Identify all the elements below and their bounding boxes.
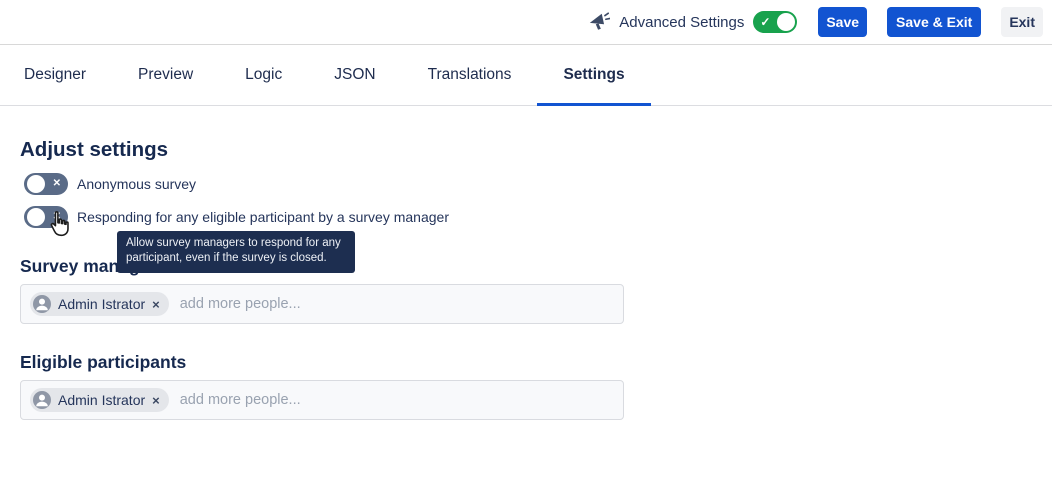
tab-preview[interactable]: Preview [112,45,219,105]
manager-responding-toggle[interactable]: ✕ [24,206,68,228]
toggle-knob [27,175,45,193]
chip-label: Admin Istrator [58,296,145,312]
exit-button[interactable]: Exit [1001,7,1043,37]
add-people-input[interactable] [178,391,614,409]
advanced-settings-toggle[interactable]: ✓ [753,11,797,33]
chip-label: Admin Istrator [58,392,145,408]
tab-translations[interactable]: Translations [402,45,538,105]
tab-strip: Designer Preview Logic JSON Translations… [0,45,1052,106]
tab-json[interactable]: JSON [308,45,401,105]
chip-remove-icon[interactable]: × [152,394,160,407]
eligible-participants-input[interactable]: Admin Istrator × [20,380,624,420]
avatar-icon [33,391,51,409]
person-chip[interactable]: Admin Istrator × [30,292,169,316]
tab-designer[interactable]: Designer [0,45,112,105]
anonymous-survey-toggle[interactable]: ✕ [24,173,68,195]
tab-logic[interactable]: Logic [219,45,308,105]
tab-settings[interactable]: Settings [537,45,650,105]
advanced-settings-label: Advanced Settings [619,14,744,31]
save-and-exit-button[interactable]: Save & Exit [887,7,981,37]
avatar-icon [33,295,51,313]
eligible-participants-heading: Eligible participants [20,352,1032,373]
x-icon: ✕ [53,206,61,228]
person-chip[interactable]: Admin Istrator × [30,388,169,412]
x-icon: ✕ [53,173,61,195]
toggle-knob [777,13,795,31]
add-people-input[interactable] [178,295,614,313]
settings-panel: Adjust settings ✕ Anonymous survey ✕ Res… [0,138,1052,420]
top-toolbar: Advanced Settings ✓ Save Save & Exit Exi… [0,0,1052,45]
manager-responding-row: ✕ Responding for any eligible participan… [24,206,1032,228]
check-icon: ✓ [760,11,770,33]
page-title: Adjust settings [20,138,1032,162]
toggle-knob [27,208,45,226]
save-button[interactable]: Save [818,7,867,37]
advanced-settings-group: Advanced Settings ✓ [588,11,797,33]
megaphone-icon [588,11,610,33]
toggle-label: Responding for any eligible participant … [77,209,449,225]
toggle-label: Anonymous survey [77,176,196,192]
survey-managers-input[interactable]: Admin Istrator × [20,284,624,324]
anonymous-survey-row: ✕ Anonymous survey [24,173,1032,195]
chip-remove-icon[interactable]: × [152,298,160,311]
toggle-tooltip: Allow survey managers to respond for any… [117,231,355,273]
